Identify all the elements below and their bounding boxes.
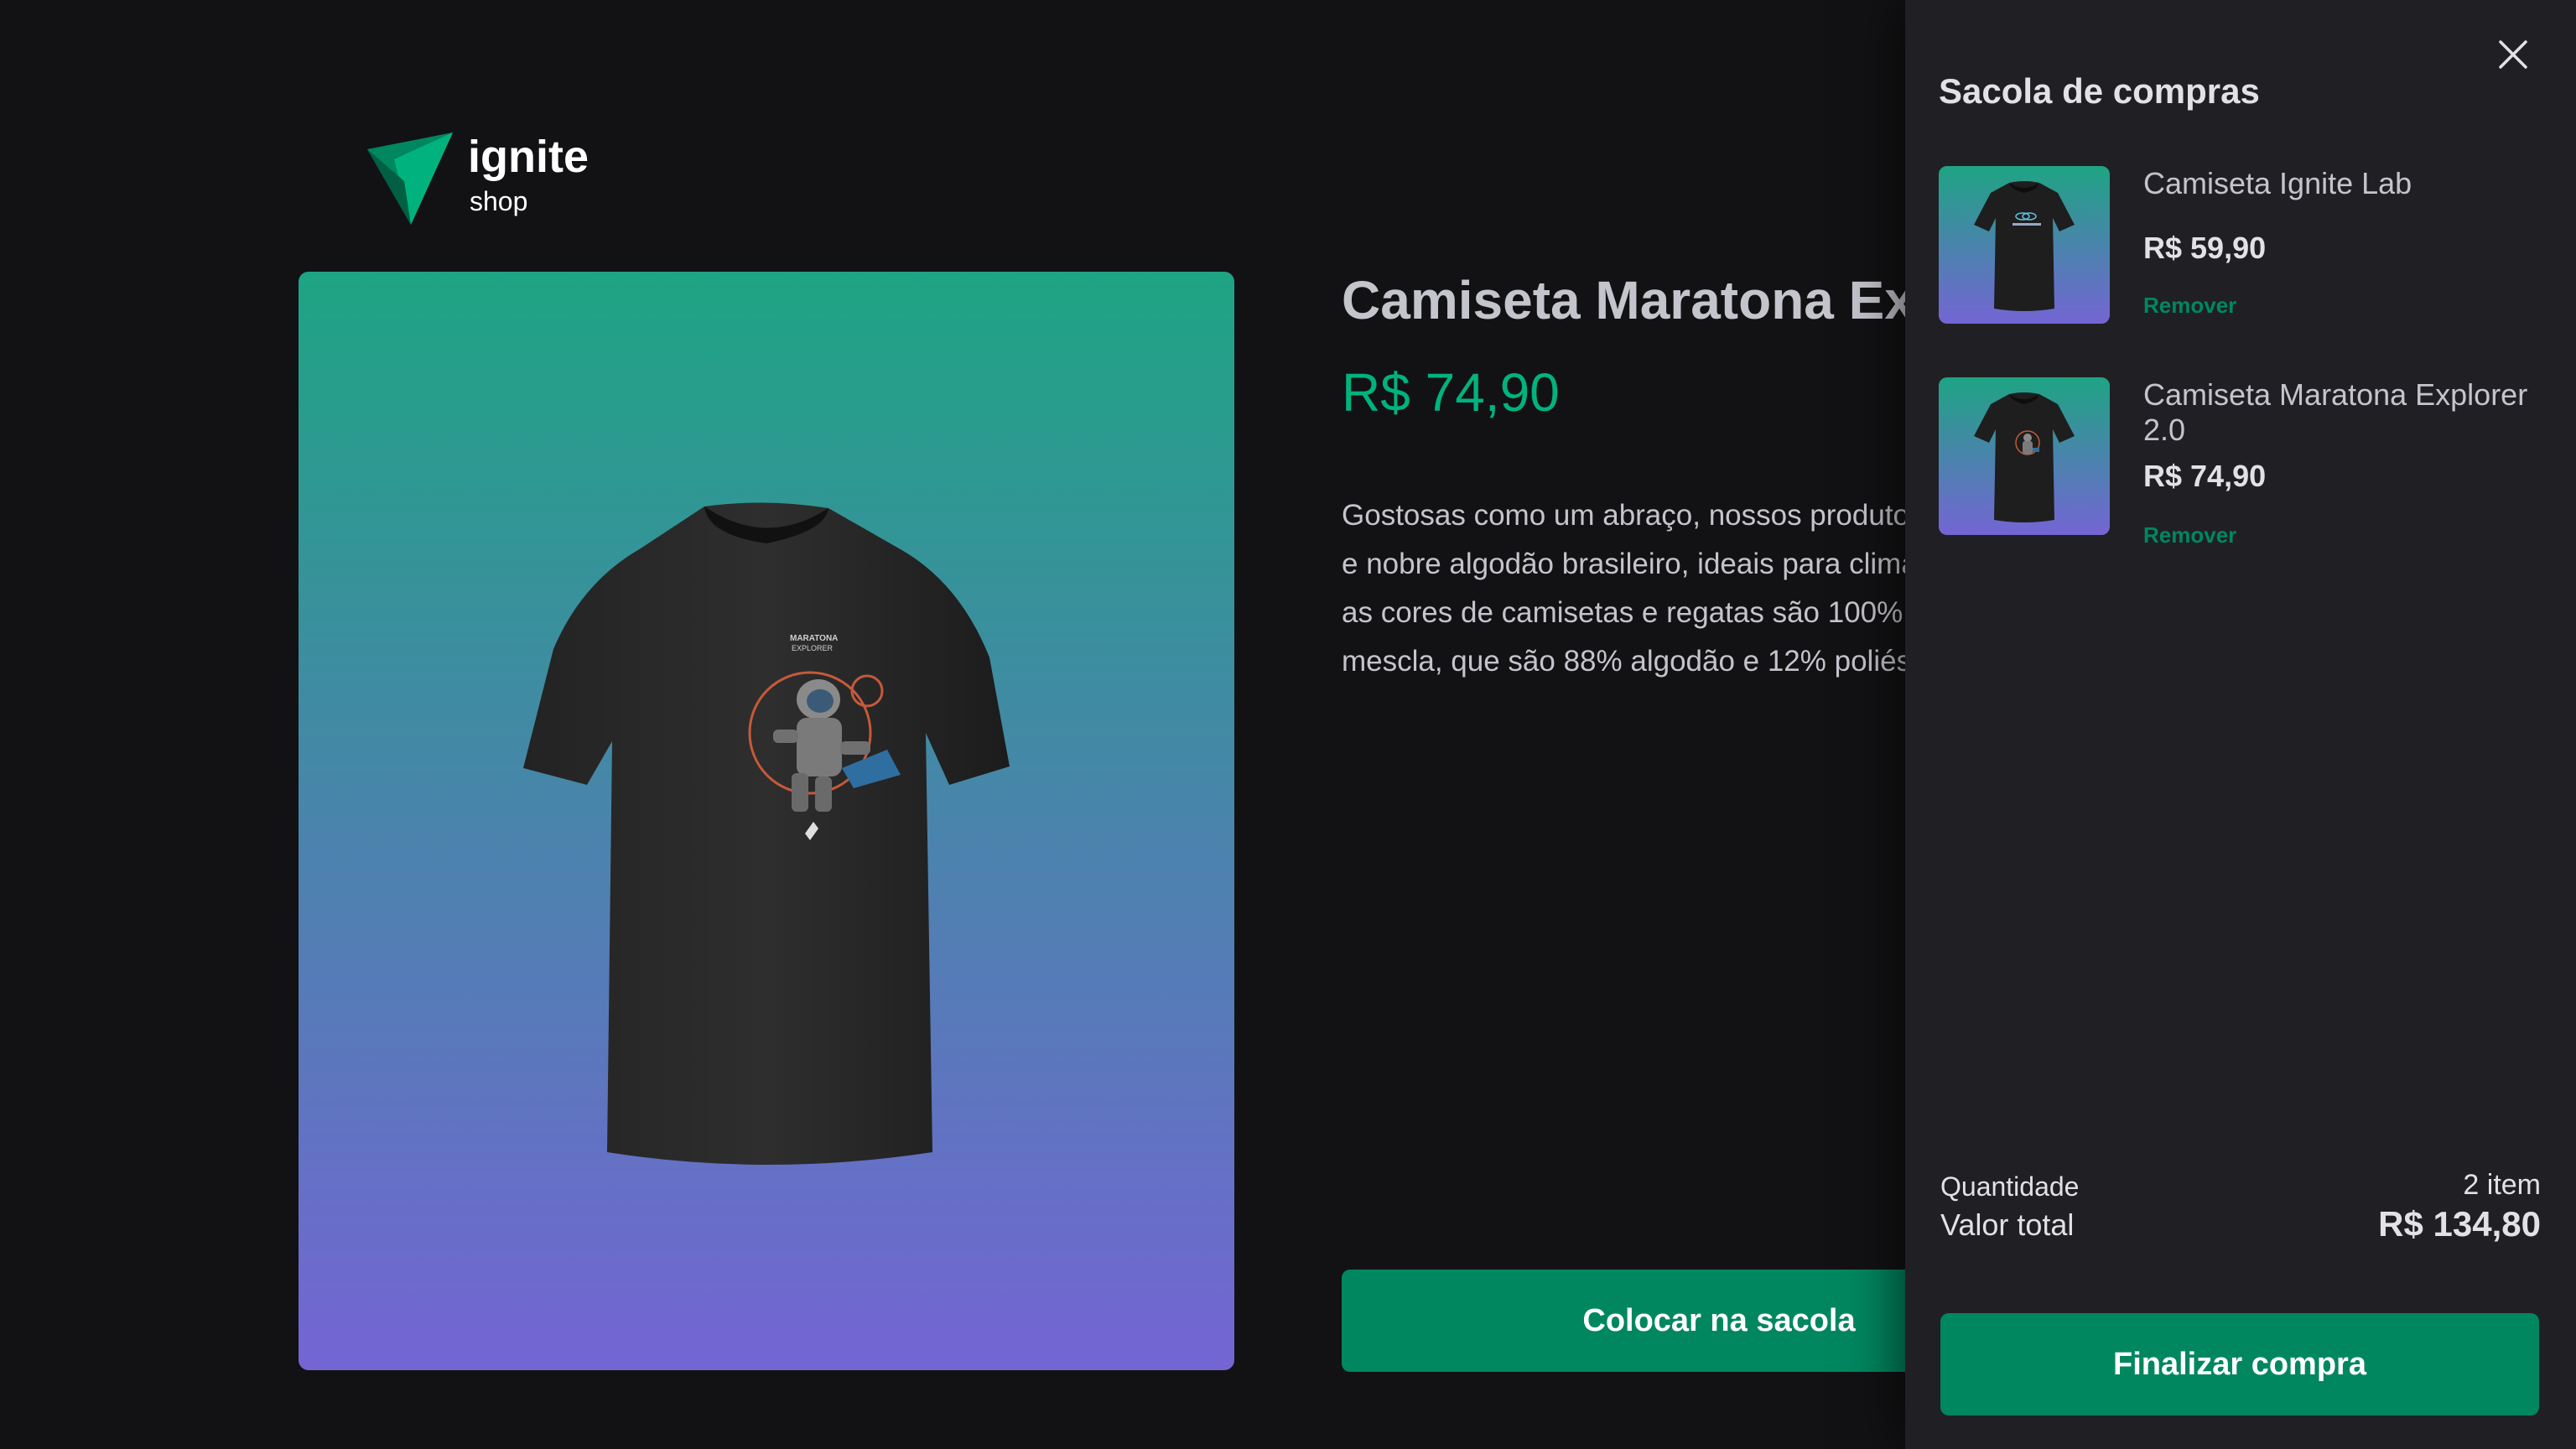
- logo-subtitle: shop: [470, 186, 528, 216]
- quantity-value: 2 item: [2463, 1169, 2541, 1201]
- description-line: Gostosas como um abraço, nossos produtos: [1342, 499, 1905, 532]
- product-description: Gostosas como um abraço, nossos produtos…: [1342, 491, 1905, 686]
- cart-item-price: R$ 59,90: [2143, 231, 2267, 265]
- close-icon: [2499, 40, 2527, 69]
- tshirt-thumbnail: [1974, 392, 2075, 522]
- product-details: Camiseta Maratona Explorer 2.0 R$ 74,90 …: [1342, 252, 1905, 1426]
- checkout-button[interactable]: Finalizar compra: [1940, 1313, 2539, 1415]
- total-value: R$ 134,80: [2378, 1204, 2541, 1244]
- cart-item-name: Camiseta Maratona Explorer 2.0: [2143, 377, 2528, 447]
- svg-text:EXPLORER: EXPLORER: [792, 644, 834, 652]
- description-line: mescla, que são 88% algodão e 12% poliés…: [1342, 645, 1905, 678]
- cart-drawer: Sacola de compras Camiseta Ignite Lab R$…: [1905, 0, 2576, 1449]
- cart-item-price: R$ 74,90: [2143, 459, 2267, 493]
- close-cart-button[interactable]: [2492, 34, 2534, 75]
- logo-wordmark: ignite: [468, 132, 589, 182]
- tshirt-thumbnail: [1974, 181, 2075, 311]
- description-line: as cores de camisetas e regatas são 100%: [1342, 596, 1903, 629]
- cart-item-thumbnail: [1939, 166, 2110, 324]
- remove-item-button[interactable]: Remover: [2143, 522, 2236, 548]
- remove-item-button[interactable]: Remover: [2143, 292, 2236, 319]
- svg-text:MARATONA: MARATONA: [790, 634, 838, 643]
- cart-item-thumbnail: [1939, 377, 2110, 535]
- cart-title: Sacola de compras: [1939, 71, 2260, 111]
- product-price: R$ 74,90: [1342, 362, 1560, 423]
- total-label: Valor total: [1940, 1208, 2075, 1242]
- cart-item: Camiseta Ignite Lab R$ 59,90 Remover: [1939, 166, 2542, 334]
- product-title: Camiseta Maratona Explorer 2.0: [1342, 270, 1905, 330]
- cart-item: Camiseta Maratona Explorer 2.0 R$ 74,90 …: [1939, 377, 2542, 548]
- logo[interactable]: ignite shop: [364, 127, 615, 228]
- tshirt-image: MARATONA EXPLORER: [523, 502, 1010, 1165]
- cart-item-name: Camiseta Ignite Lab: [2143, 166, 2412, 200]
- logo-mark-icon: [367, 132, 453, 225]
- quantity-label: Quantidade: [1940, 1171, 2080, 1202]
- product-image: MARATONA EXPLORER: [299, 272, 1234, 1370]
- add-to-bag-button[interactable]: Colocar na sacola: [1342, 1270, 1905, 1372]
- description-line: e nobre algodão brasileiro, ideais para …: [1342, 548, 1905, 580]
